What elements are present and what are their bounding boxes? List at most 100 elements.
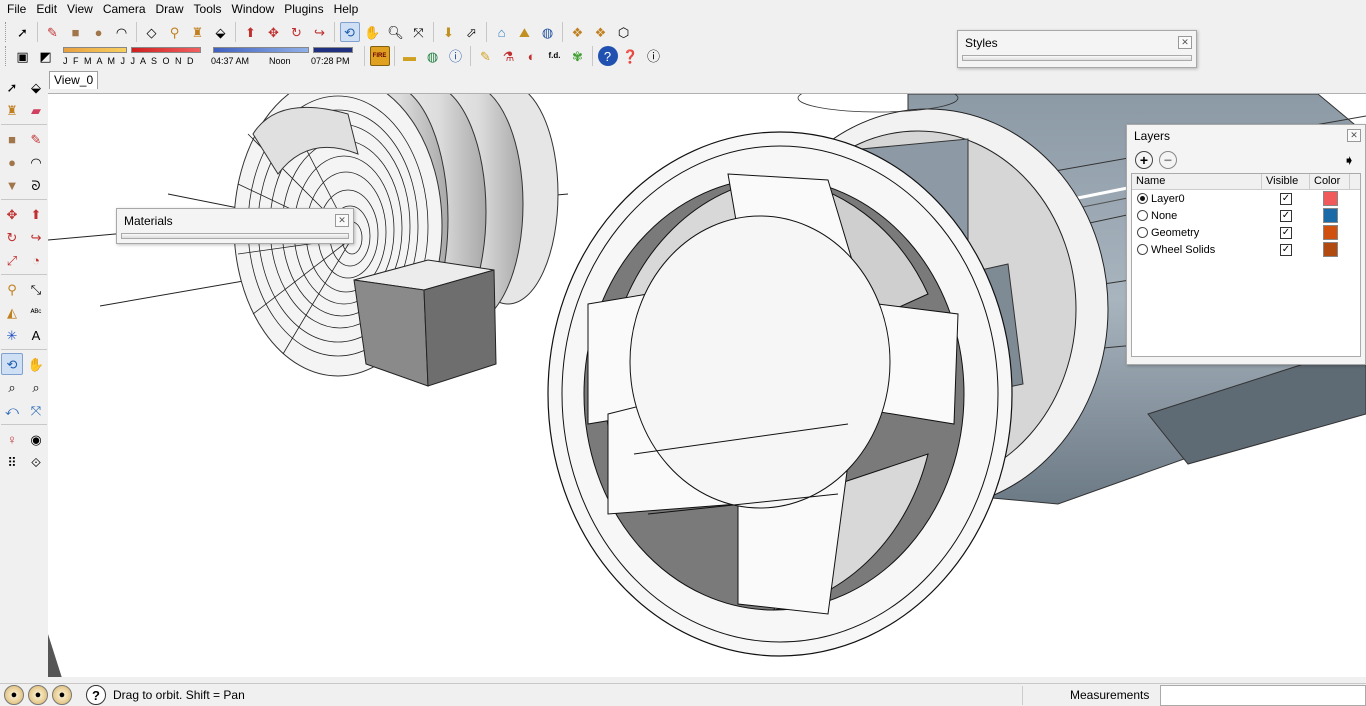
active-layer-radio[interactable]: [1137, 227, 1148, 238]
rotate-tool-icon[interactable]: ↻: [287, 22, 307, 42]
date-slider[interactable]: [63, 47, 127, 53]
add-layer-icon[interactable]: +: [1135, 151, 1153, 169]
zoom-window-icon[interactable]: ⌕: [25, 376, 47, 398]
plant-icon[interactable]: ✾: [568, 46, 588, 66]
menu-help[interactable]: Help: [329, 0, 364, 19]
active-layer-radio[interactable]: [1137, 244, 1148, 255]
about-icon[interactable]: ⓘ: [644, 46, 664, 66]
visible-checkbox[interactable]: ✓: [1280, 243, 1292, 256]
layer-color-swatch[interactable]: [1322, 242, 1338, 257]
rectangle-icon[interactable]: ■: [1, 128, 23, 150]
visible-checkbox[interactable]: ✓: [1280, 192, 1292, 205]
globe-icon[interactable]: ◍: [423, 46, 443, 66]
scale-icon[interactable]: ⤢: [1, 249, 23, 271]
instructor-help-icon[interactable]: ?: [86, 685, 106, 705]
push-pull-icon[interactable]: ⬆: [25, 203, 47, 225]
fire-icon[interactable]: FIRE: [369, 46, 390, 66]
paint-bucket-icon[interactable]: ♜: [1, 99, 23, 121]
follow-me-icon[interactable]: ↪: [310, 22, 330, 42]
text-icon[interactable]: ᴬᴮᶜ: [25, 301, 47, 323]
position-camera-icon[interactable]: ♀: [1, 428, 23, 450]
visible-checkbox[interactable]: ✓: [1280, 209, 1292, 222]
display-shadows-icon[interactable]: ◩: [36, 46, 56, 66]
col-name-header[interactable]: Name: [1132, 174, 1262, 189]
menu-file[interactable]: File: [2, 0, 31, 19]
orbit-icon[interactable]: ⟲: [1, 353, 23, 375]
circle-icon[interactable]: ●: [1, 151, 23, 173]
delete-layer-icon[interactable]: −: [1159, 151, 1177, 169]
fd-icon[interactable]: f.d.: [545, 46, 565, 66]
components-ext-icon[interactable]: ⬡: [614, 22, 634, 42]
pan-icon[interactable]: ✋: [25, 353, 47, 375]
layer-color-swatch[interactable]: [1322, 225, 1338, 240]
offset-icon[interactable]: ◔: [25, 249, 47, 271]
dimension-icon[interactable]: ⤡: [25, 278, 47, 300]
styles-collapse-bar[interactable]: [962, 55, 1192, 61]
zoom-extents-icon[interactable]: ⤧: [25, 399, 47, 421]
menu-tools[interactable]: Tools: [189, 0, 227, 19]
walk-icon[interactable]: ⠿: [1, 451, 23, 473]
eraser-icon[interactable]: ▰: [25, 99, 47, 121]
tape-measure-icon[interactable]: ⚲: [1, 278, 23, 300]
time-slider[interactable]: [213, 47, 309, 53]
arc-tool-icon[interactable]: ◠: [112, 22, 132, 42]
folder-icon[interactable]: ▬: [400, 46, 420, 66]
get-models-icon[interactable]: ⬇: [439, 22, 459, 42]
zoom-tool-icon[interactable]: 🔍︎: [386, 22, 406, 42]
menu-camera[interactable]: Camera: [98, 0, 151, 19]
protractor-icon[interactable]: ◭: [1, 301, 23, 323]
help-search-icon[interactable]: ❓: [621, 46, 641, 66]
google-earth-place-icon[interactable]: ⌂: [492, 22, 512, 42]
visible-checkbox[interactable]: ✓: [1280, 226, 1292, 239]
arc-icon[interactable]: ◠: [25, 151, 47, 173]
toolbar-grip[interactable]: [5, 46, 8, 66]
polygon-icon[interactable]: ▼: [1, 174, 23, 196]
dropper-icon[interactable]: ⚗: [499, 46, 519, 66]
select-icon[interactable]: ➚: [1, 76, 23, 98]
menu-plugins[interactable]: Plugins: [279, 0, 328, 19]
orbit-tool-icon[interactable]: ⟲: [339, 22, 360, 42]
rectangle-tool-icon[interactable]: ■: [66, 22, 86, 42]
tape-measure-icon[interactable]: ⚲: [165, 22, 185, 42]
time-slider-end[interactable]: [313, 47, 353, 53]
make-component-icon[interactable]: ⬙: [25, 76, 47, 98]
view-tab[interactable]: View_0: [49, 71, 99, 89]
menu-view[interactable]: View: [62, 0, 98, 19]
toolbar-grip[interactable]: [5, 22, 8, 42]
measurements-input[interactable]: [1160, 685, 1366, 706]
layer-color-swatch[interactable]: [1322, 191, 1338, 206]
select-tool-icon[interactable]: ➚: [13, 22, 33, 42]
layer-row[interactable]: Wheel Solids ✓: [1132, 241, 1360, 258]
layer-row[interactable]: Geometry ✓: [1132, 224, 1360, 241]
move-tool-icon[interactable]: ✥: [264, 22, 284, 42]
styles-tray-title[interactable]: Styles ✕: [958, 31, 1196, 55]
pan-tool-icon[interactable]: ✋: [363, 22, 383, 42]
active-layer-radio[interactable]: [1137, 193, 1148, 204]
make-component-icon[interactable]: ⬙: [211, 22, 231, 42]
previous-view-icon[interactable]: ⤺: [1, 399, 23, 421]
freehand-icon[interactable]: ᘐ: [25, 174, 47, 196]
menu-edit[interactable]: Edit: [31, 0, 62, 19]
move-icon[interactable]: ✥: [1, 203, 23, 225]
follow-me-icon[interactable]: ↪: [25, 226, 47, 248]
layer-row[interactable]: None ✓: [1132, 207, 1360, 224]
close-icon[interactable]: ✕: [335, 214, 349, 227]
google-earth-icon[interactable]: ◍: [538, 22, 558, 42]
compass-icon[interactable]: ◐: [522, 46, 542, 66]
circle-tool-icon[interactable]: ●: [89, 22, 109, 42]
section-plane-icon[interactable]: ⟐: [25, 451, 47, 473]
look-around-icon[interactable]: ◉: [25, 428, 47, 450]
col-color-header[interactable]: Color: [1310, 174, 1350, 189]
layer-color-swatch[interactable]: [1322, 208, 1338, 223]
3d-text-icon[interactable]: A: [25, 324, 47, 346]
zoom-icon[interactable]: ⌕: [1, 376, 23, 398]
line-icon[interactable]: ✎: [25, 128, 47, 150]
credits-icon[interactable]: ●: [28, 685, 48, 705]
geo-location-icon[interactable]: ●: [4, 685, 24, 705]
close-icon[interactable]: ✕: [1178, 36, 1192, 49]
line-tool-icon[interactable]: ✎: [43, 22, 63, 42]
push-pull-icon[interactable]: ⬆: [241, 22, 261, 42]
layers-tray-title[interactable]: Layers ✕: [1127, 125, 1365, 147]
menu-draw[interactable]: Draw: [151, 0, 189, 19]
col-visible-header[interactable]: Visible: [1262, 174, 1310, 189]
